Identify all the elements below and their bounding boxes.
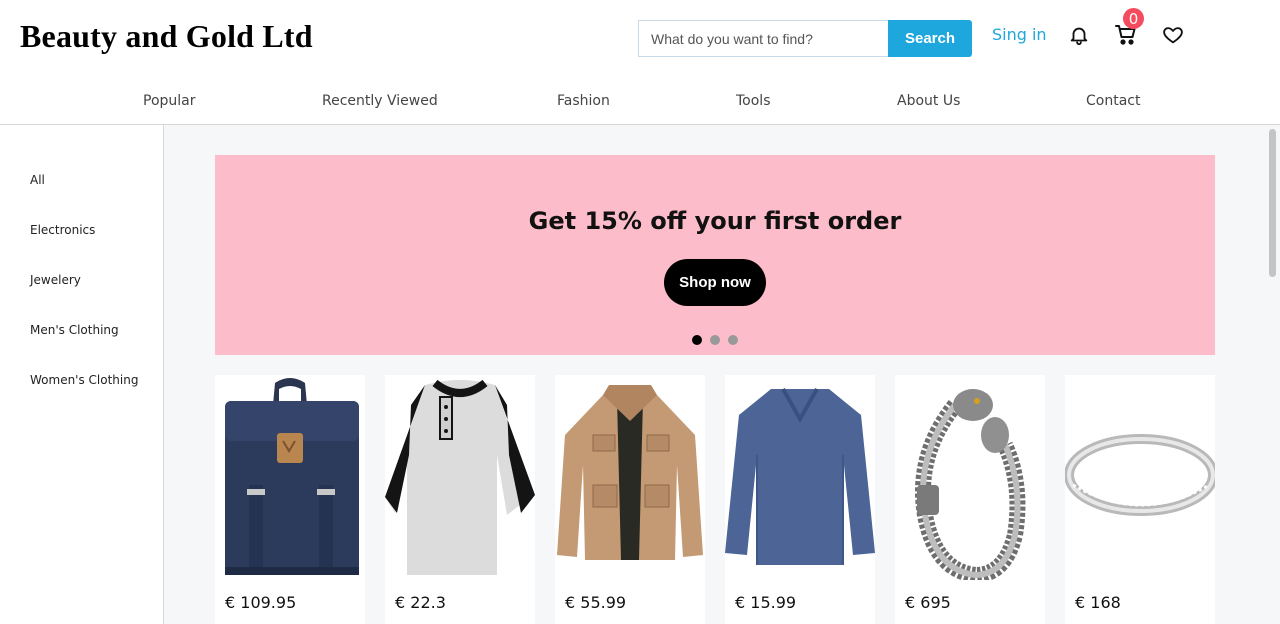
sidebar-item-mens-clothing[interactable]: Men's Clothing (30, 323, 119, 337)
product-price: € 15.99 (735, 593, 797, 612)
nav-item-tools[interactable]: Tools (736, 93, 771, 109)
category-sidebar: All Electronics Jewelery Men's Clothing … (0, 125, 164, 624)
main-nav: Popular Recently Viewed Fashion Tools Ab… (0, 78, 1280, 125)
product-image-dragon-bracelet (895, 375, 1045, 580)
main-content: Get 15% off your first order Shop now € … (164, 125, 1280, 624)
product-card[interactable]: € 55.99 (555, 375, 705, 624)
bell-icon[interactable] (1066, 22, 1092, 48)
sidebar-item-electronics[interactable]: Electronics (30, 223, 95, 237)
scrollbar-thumb[interactable] (1269, 129, 1276, 277)
banner-title: Get 15% off your first order (528, 207, 902, 235)
product-image-raglan-tshirt (385, 375, 535, 580)
product-price: € 55.99 (565, 593, 627, 612)
search-input[interactable] (638, 20, 888, 57)
product-image-jacket (555, 375, 705, 580)
sidebar-item-womens-clothing[interactable]: Women's Clothing (30, 373, 138, 387)
heart-icon[interactable] (1160, 22, 1186, 48)
search-button[interactable]: Search (888, 20, 972, 57)
carousel-dot-1[interactable] (692, 335, 702, 345)
product-card[interactable]: € 15.99 (725, 375, 875, 624)
nav-item-popular[interactable]: Popular (143, 93, 196, 109)
product-card[interactable]: € 109.95 (215, 375, 365, 624)
carousel-dot-3[interactable] (728, 335, 738, 345)
carousel-dots (692, 335, 738, 345)
sidebar-item-jewelery[interactable]: Jewelery (30, 273, 81, 287)
product-price: € 109.95 (225, 593, 297, 612)
header: Beauty and Gold Ltd Search Sing in 0 (0, 0, 1280, 78)
product-grid: € 109.95 € 22.3 € 55.99 € 15.99 € 695 € … (215, 375, 1215, 624)
product-image-long-sleeve-shirt (725, 375, 875, 580)
product-price: € 22.3 (395, 593, 446, 612)
sidebar-item-all[interactable]: All (30, 173, 45, 187)
product-image-ring (1065, 375, 1215, 580)
nav-item-fashion[interactable]: Fashion (557, 93, 610, 109)
product-price: € 168 (1075, 593, 1121, 612)
page-scrollbar[interactable] (1266, 125, 1280, 624)
product-card[interactable]: € 168 (1065, 375, 1215, 624)
nav-item-about-us[interactable]: About Us (897, 93, 960, 109)
nav-item-contact[interactable]: Contact (1086, 93, 1140, 109)
promo-banner: Get 15% off your first order Shop now (215, 155, 1215, 355)
product-card[interactable]: € 22.3 (385, 375, 535, 624)
shop-now-button[interactable]: Shop now (664, 259, 766, 306)
product-card[interactable]: € 695 (895, 375, 1045, 624)
signin-link[interactable]: Sing in (992, 25, 1047, 44)
search-bar: Search (638, 20, 972, 57)
nav-item-recently-viewed[interactable]: Recently Viewed (322, 93, 438, 109)
site-logo[interactable]: Beauty and Gold Ltd (20, 18, 313, 55)
carousel-dot-2[interactable] (710, 335, 720, 345)
product-price: € 695 (905, 593, 951, 612)
cart-count-badge: 0 (1123, 8, 1144, 29)
product-image-backpack (215, 375, 365, 580)
